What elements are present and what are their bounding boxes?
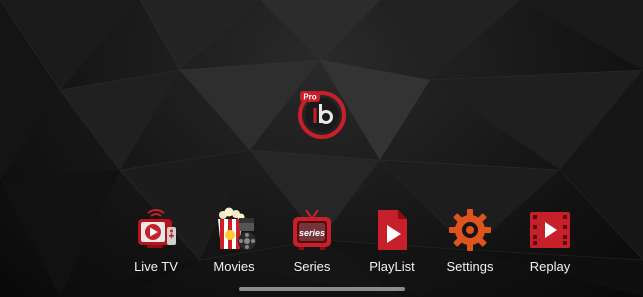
series-icon: series (293, 209, 331, 250)
menu-item-label: PlayList (369, 259, 415, 274)
menu-item-label: Movies (213, 259, 255, 274)
series-badge-text: series (299, 228, 325, 238)
app-screen: Pro Live TV Movies series Series PlayLis… (0, 0, 643, 297)
playlist-icon (378, 210, 407, 250)
menu-item-series[interactable]: series Series (276, 207, 348, 279)
menu-item-label: Settings (446, 259, 494, 274)
menu-item-label: Live TV (134, 259, 178, 274)
main-menu: Live TV Movies series Series PlayList Se… (0, 207, 643, 283)
live-tv-icon (138, 209, 176, 248)
settings-icon (449, 209, 491, 251)
movies-icon (218, 207, 256, 250)
app-logo: Pro (298, 91, 346, 139)
menu-item-label: Series (293, 259, 331, 274)
home-indicator[interactable] (239, 287, 405, 291)
menu-item-replay[interactable]: Replay (514, 207, 586, 279)
replay-icon (530, 212, 570, 248)
menu-item-playlist[interactable]: PlayList (356, 207, 428, 279)
menu-item-settings[interactable]: Settings (434, 207, 506, 279)
menu-item-live-tv[interactable]: Live TV (120, 207, 192, 279)
menu-item-label: Replay (529, 259, 571, 274)
menu-item-movies[interactable]: Movies (198, 207, 270, 279)
logo-pro-text: Pro (303, 93, 316, 102)
